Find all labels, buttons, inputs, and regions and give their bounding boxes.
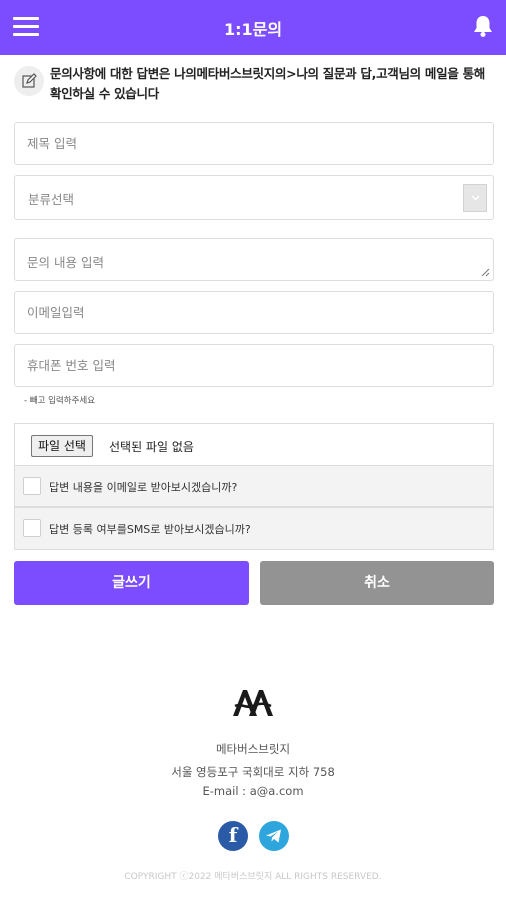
title-field bbox=[14, 122, 494, 165]
telegram-icon[interactable] bbox=[259, 821, 289, 851]
sms-reply-option: 답변 등록 여부를SMS로 받아보시겠습니까? bbox=[14, 507, 494, 550]
category-selected-value: 분류선택 bbox=[28, 192, 75, 207]
facebook-glyph: f bbox=[228, 823, 238, 847]
bell-icon[interactable] bbox=[472, 14, 494, 38]
write-button[interactable]: 글쓰기 bbox=[14, 561, 249, 605]
notice-text: 문의사항에 대한 답변은 나의메타버스브릿지의>나의 질문과 답,고객님의 메일… bbox=[50, 66, 485, 101]
sms-reply-label: 답변 등록 여부를SMS로 받아보시겠습니까? bbox=[49, 523, 251, 536]
email-input[interactable] bbox=[15, 292, 493, 333]
page-title: 1:1문의 bbox=[223, 20, 283, 39]
email-reply-checkbox[interactable] bbox=[23, 477, 41, 495]
telegram-plane-icon bbox=[266, 829, 281, 843]
cancel-button[interactable]: 취소 bbox=[260, 561, 494, 605]
category-select[interactable]: 분류선택 bbox=[14, 175, 494, 220]
footer-address: 서울 영등포구 국회대로 지하 758 bbox=[171, 765, 335, 779]
email-field bbox=[14, 291, 494, 334]
app-header: 1:1문의 bbox=[0, 0, 506, 55]
content-textarea[interactable] bbox=[15, 239, 493, 280]
title-input[interactable] bbox=[15, 123, 493, 164]
sms-reply-checkbox[interactable] bbox=[23, 519, 41, 537]
edit-icon bbox=[14, 66, 44, 96]
phone-input[interactable] bbox=[15, 345, 493, 386]
file-status-text: 선택된 파일 없음 bbox=[109, 440, 194, 454]
file-select-button[interactable]: 파일 선택 bbox=[31, 435, 93, 457]
email-reply-option: 답변 내용을 이메일로 받아보시겠습니까? bbox=[14, 465, 494, 507]
brand-logo-icon bbox=[233, 690, 273, 716]
footer-email: E-mail : a@a.com bbox=[202, 784, 304, 798]
file-attachment-row: 파일 선택 선택된 파일 없음 bbox=[14, 423, 494, 466]
chevron-down-icon bbox=[463, 184, 487, 212]
content-field bbox=[14, 238, 494, 281]
phone-field bbox=[14, 344, 494, 387]
facebook-icon[interactable]: f bbox=[218, 821, 248, 851]
footer-company: 메타버스브릿지 bbox=[215, 742, 291, 756]
phone-hint: - 빼고 입력하주세요 bbox=[24, 396, 96, 406]
resize-handle-icon[interactable] bbox=[481, 268, 490, 277]
copyright-text: COPYRIGHT ⓒ2022 메타버스브릿지 ALL RIGHTS RESER… bbox=[124, 872, 382, 882]
email-reply-label: 답변 내용을 이메일로 받아보시겠습니까? bbox=[49, 481, 238, 494]
